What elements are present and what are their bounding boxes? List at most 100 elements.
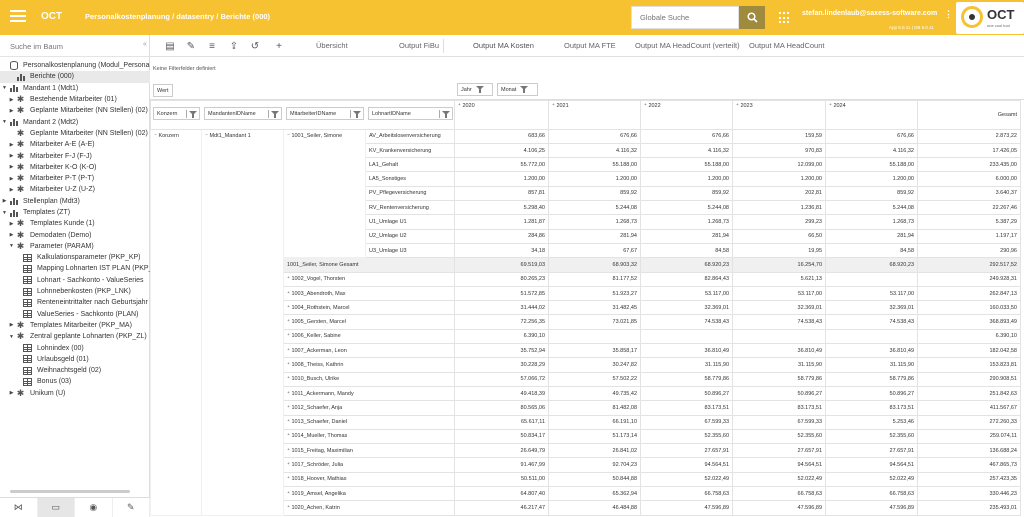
value-cell[interactable]: 57.502,22: [548, 371, 641, 387]
tree-node[interactable]: Lohnart - Sachkonto - ValueSeries: [0, 275, 150, 286]
employee-cell[interactable]: ⁺ 1011_Ackermann, Mandy: [283, 385, 455, 402]
tree-node[interactable]: Kalkulationsparameter (PKP_KP): [0, 252, 150, 263]
value-cell[interactable]: 53.117,00: [640, 285, 733, 302]
more-vertical-icon[interactable]: ⋮: [944, 10, 953, 19]
tab-output-ma-headcount-verteilt[interactable]: Output MA HeadCount (verteilt): [635, 41, 740, 50]
tree-node[interactable]: Personalkostenplanung (Modul_Personalkos…: [0, 60, 150, 71]
employee-cell[interactable]: ⁺ 1008_Theiss, Kathrin: [283, 357, 455, 373]
tree-node[interactable]: Weihnachtsgeld (02): [0, 365, 150, 376]
value-cell[interactable]: 5.387,29: [917, 214, 1021, 230]
year-column-header[interactable]: ⁺ 2021: [548, 100, 641, 130]
value-cell[interactable]: 330.446,23: [917, 486, 1021, 502]
dashboard-icon[interactable]: ▭: [37, 498, 75, 517]
value-cell[interactable]: 281,94: [548, 228, 641, 244]
value-cell[interactable]: 52.355,60: [732, 428, 826, 445]
value-cell[interactable]: 50.844,88: [548, 471, 641, 488]
value-cell[interactable]: 153.823,81: [917, 357, 1021, 373]
employee-cell[interactable]: ⁻ 1001_Seiler, Simone: [283, 128, 366, 259]
apps-grid-icon[interactable]: [779, 12, 791, 24]
value-cell[interactable]: 4.106,25: [454, 142, 549, 159]
user-name[interactable]: stefan.lindenlaub@saxess-software.com: [802, 10, 937, 17]
tree-node[interactable]: ValueSeries - Sachkonto (PLAN): [0, 309, 150, 320]
search-button[interactable]: [739, 6, 765, 29]
tree-node[interactable]: ▶ ✱ Bestehende Mitarbeiter (01): [0, 94, 150, 105]
value-cell[interactable]: [732, 328, 826, 345]
value-cell[interactable]: [825, 328, 918, 345]
value-cell[interactable]: 249.928,31: [917, 271, 1021, 287]
value-cell[interactable]: 5.621,13: [732, 271, 826, 287]
mandant-cell[interactable]: ⁻ Mdt1_Mandant 1: [201, 128, 284, 516]
value-cell[interactable]: 50.834,17: [454, 428, 549, 445]
tab-output-ma-kosten[interactable]: Output MA Kosten: [473, 41, 534, 50]
app-name[interactable]: OCT: [41, 11, 62, 22]
employee-cell[interactable]: ⁺ 1012_Schaefer, Anja: [283, 400, 455, 416]
employee-cell[interactable]: ⁺ 1019_Amsel, Angelika: [283, 486, 455, 502]
employee-cell[interactable]: ⁺ 1018_Hoover, Mathias: [283, 471, 455, 488]
value-cell[interactable]: 31.482,45: [548, 300, 641, 316]
caret-right-icon[interactable]: ▶: [8, 187, 15, 193]
value-cell[interactable]: 26.649,79: [454, 443, 549, 459]
value-cell[interactable]: 46.484,88: [548, 500, 641, 516]
filter-icon[interactable]: [189, 111, 197, 118]
tree-node[interactable]: ✱ Geplante Mitarbeiter (NN Stellen) (02): [0, 128, 150, 139]
value-cell[interactable]: 290.908,51: [917, 371, 1021, 387]
export-icon[interactable]: ⇪: [227, 39, 241, 53]
tree-node[interactable]: ▼ Templates (ZT): [0, 207, 150, 218]
value-cell[interactable]: 66.758,63: [825, 486, 918, 502]
value-cell[interactable]: 27.657,91: [732, 443, 826, 459]
value-cell[interactable]: 67.599,33: [640, 414, 733, 430]
subtotal-value[interactable]: 292.517,52: [917, 257, 1021, 273]
value-cell[interactable]: [825, 271, 918, 287]
value-cell[interactable]: 51.572,85: [454, 285, 549, 302]
horizontal-scrollbar[interactable]: [2, 489, 148, 494]
value-cell[interactable]: 47.596,89: [825, 500, 918, 516]
value-cell[interactable]: 676,66: [548, 128, 641, 144]
year-column-header[interactable]: ⁺ 2022: [640, 100, 733, 130]
value-cell[interactable]: 31.444,02: [454, 300, 549, 316]
caret-right-icon[interactable]: ▶: [8, 322, 15, 328]
value-cell[interactable]: 67,67: [548, 242, 641, 259]
tree-node[interactable]: ▶ ✱ Templates Mitarbeiter (PKP_MA): [0, 320, 150, 331]
value-cell[interactable]: 51.173,14: [548, 428, 641, 445]
value-cell[interactable]: 676,66: [825, 128, 918, 144]
caret-down-icon[interactable]: ▼: [1, 85, 8, 91]
value-cell[interactable]: 27.657,91: [825, 443, 918, 459]
value-cell[interactable]: 65.617,11: [454, 414, 549, 430]
value-cell[interactable]: 35.752,94: [454, 343, 549, 359]
format-icon[interactable]: ≡: [205, 39, 219, 53]
value-cell[interactable]: [640, 328, 733, 345]
value-cell[interactable]: 5.244,08: [825, 200, 918, 216]
value-cell[interactable]: 94.564,51: [640, 457, 733, 473]
subtotal-value[interactable]: 16.254,70: [732, 257, 826, 273]
tree-node[interactable]: ▶ ✱ Templates Kunde (1): [0, 218, 150, 229]
value-cell[interactable]: 50.511,00: [454, 471, 549, 488]
employee-cell[interactable]: ⁺ 1002_Vogel, Thorsten: [283, 271, 455, 287]
employee-cell[interactable]: ⁺ 1020_Achen, Katrin: [283, 500, 455, 516]
value-cell[interactable]: 676,66: [640, 128, 733, 144]
value-cell[interactable]: 6.390,10: [917, 328, 1021, 345]
value-cell[interactable]: 1.197,17: [917, 228, 1021, 244]
value-cell[interactable]: 81.177,52: [548, 271, 641, 287]
value-cell[interactable]: 159,59: [732, 128, 826, 144]
row-field-chip[interactable]: Konzern: [153, 107, 200, 120]
caret-down-icon[interactable]: ▼: [8, 243, 15, 249]
employee-cell[interactable]: ⁺ 1003_Abendroth, Max: [283, 285, 455, 302]
year-column-header[interactable]: ⁺ 2023: [732, 100, 826, 130]
value-cell[interactable]: 1.268,73: [825, 214, 918, 230]
value-cell[interactable]: 1.200,00: [732, 171, 826, 187]
filter-icon[interactable]: [442, 111, 450, 118]
grand-total-header[interactable]: Gesamt: [917, 100, 1021, 130]
value-cell[interactable]: 683,66: [454, 128, 549, 144]
employee-cell[interactable]: ⁺ 1004_Rothstein, Marcel: [283, 300, 455, 316]
value-cell[interactable]: 2.873,22: [917, 128, 1021, 144]
value-cell[interactable]: 857,81: [454, 185, 549, 202]
value-cell[interactable]: 58.779,86: [732, 371, 826, 387]
report-icon[interactable]: ▤: [163, 39, 177, 53]
value-cell[interactable]: 32.369,01: [640, 300, 733, 316]
add-icon[interactable]: +: [272, 39, 286, 53]
value-cell[interactable]: 467.865,73: [917, 457, 1021, 473]
value-cell[interactable]: 299,23: [732, 214, 826, 230]
value-cell[interactable]: 66.758,63: [640, 486, 733, 502]
employee-cell[interactable]: ⁺ 1005_Gersten, Marcel: [283, 314, 455, 330]
row-field-chip[interactable]: MandantenIDName: [204, 107, 282, 120]
